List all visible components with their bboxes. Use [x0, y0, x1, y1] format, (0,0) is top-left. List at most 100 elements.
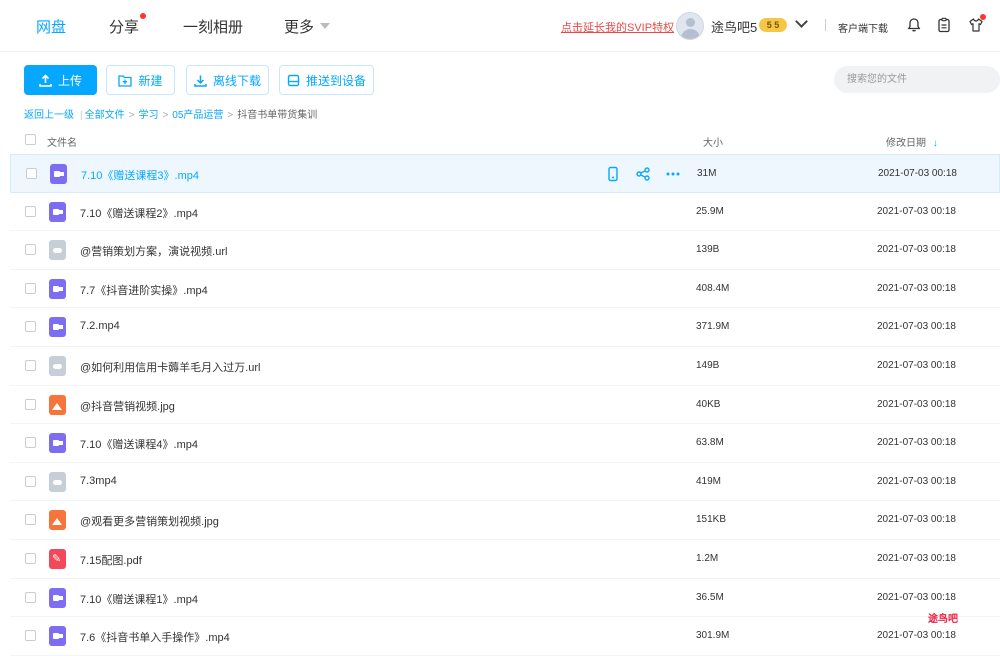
file-row[interactable]: 7.3mp4 419M 2021-07-03 00:18: [10, 463, 1000, 502]
column-size[interactable]: 大小: [703, 134, 723, 149]
file-name[interactable]: 7.15配图.pdf: [80, 552, 142, 568]
file-row[interactable]: 7.10《赠送课程1》.mp4 36.5M 2021-07-03 00:18: [10, 579, 1000, 618]
username[interactable]: 途鸟吧5: [711, 17, 757, 36]
file-date: 2021-07-03 00:18: [877, 437, 956, 449]
column-name[interactable]: 文件名: [47, 134, 77, 149]
row-checkbox[interactable]: [25, 514, 36, 526]
breadcrumb-all-files[interactable]: 全部文件: [85, 110, 125, 121]
pdf-file-icon: [49, 548, 66, 569]
file-date: 2021-07-03 00:18: [877, 244, 956, 256]
file-row[interactable]: @如何利用信用卡薅羊毛月入过万.url 149B 2021-07-03 00:18: [10, 347, 1000, 386]
nav-album[interactable]: 一刻相册: [183, 16, 243, 37]
nav-share[interactable]: 分享: [109, 13, 147, 37]
sort-arrow-down-icon: ↓: [932, 138, 938, 149]
file-row[interactable]: @观看更多营销策划视频.jpg 151KB 2021-07-03 00:18: [10, 501, 1000, 540]
breadcrumb-divider: |: [80, 110, 83, 121]
file-name[interactable]: 7.3mp4: [80, 475, 117, 487]
file-row[interactable]: 7.6《抖音书单入手操作》.mp4 301.9M 2021-07-03 00:18: [10, 617, 1000, 656]
file-date: 2021-07-03 00:18: [877, 398, 956, 410]
upload-button[interactable]: 上传: [24, 65, 97, 95]
vip-badge: 5 5: [759, 18, 787, 32]
file-date: 2021-07-03 00:18: [877, 591, 956, 603]
image-file-icon: [49, 394, 66, 415]
bell-icon[interactable]: [906, 17, 922, 33]
file-size: 371.9M: [696, 321, 730, 333]
file-name[interactable]: @抖音营销视频.jpg: [80, 398, 175, 414]
file-row[interactable]: 7.2.mp4 371.9M 2021-07-03 00:18: [10, 308, 1000, 347]
new-button[interactable]: 新建: [106, 65, 175, 95]
divider: [825, 19, 826, 31]
offline-download-button[interactable]: 离线下载: [186, 65, 269, 95]
file-name[interactable]: 7.2.mp4: [80, 320, 120, 332]
row-checkbox[interactable]: [26, 168, 37, 179]
row-checkbox[interactable]: [25, 437, 36, 449]
upload-label: 上传: [57, 73, 82, 88]
chevron-down-icon[interactable]: [795, 15, 808, 28]
file-row[interactable]: @抖音营销视频.jpg 40KB 2021-07-03 00:18: [10, 386, 1000, 425]
file-name[interactable]: @观看更多营销策划视频.jpg: [80, 513, 219, 529]
file-size: 139B: [696, 244, 720, 256]
search-input[interactable]: [834, 66, 1000, 93]
row-checkbox[interactable]: [25, 398, 36, 410]
row-checkbox[interactable]: [25, 359, 36, 371]
push-to-device-label: 推送到设备: [305, 73, 366, 88]
column-date[interactable]: 修改日期 ↓: [886, 134, 938, 149]
video-file-icon: [49, 433, 66, 454]
file-name[interactable]: 7.7《抖音进阶实操》.mp4: [80, 282, 208, 298]
file-name[interactable]: 7.10《赠送课程3》.mp4: [81, 167, 199, 183]
file-list: 7.10《赠送课程3》.mp4 31M 2021-07-03 00:18 7.10《赠…: [10, 154, 1000, 656]
phone-icon[interactable]: [605, 166, 621, 182]
svip-promo-link[interactable]: 点击延长我的SVIP特权: [561, 19, 674, 35]
file-row[interactable]: 7.10《赠送课程2》.mp4 25.9M 2021-07-03 00:18: [10, 193, 1000, 232]
file-name[interactable]: @营销策划方案，演说视频.url: [80, 243, 227, 259]
file-name[interactable]: @如何利用信用卡薅羊毛月入过万.url: [80, 359, 260, 375]
video-file-icon: [49, 201, 66, 222]
file-date: 2021-07-03 00:18: [877, 205, 956, 217]
file-name[interactable]: 7.6《抖音书单入手操作》.mp4: [80, 629, 230, 645]
file-row[interactable]: 7.10《赠送课程3》.mp4 31M 2021-07-03 00:18: [10, 154, 1000, 193]
device-icon: [287, 74, 300, 86]
nav-netdisk[interactable]: 网盘: [36, 16, 66, 37]
file-row[interactable]: 7.7《抖音进阶实操》.mp4 408.4M 2021-07-03 00:18: [10, 270, 1000, 309]
more-icon[interactable]: [665, 166, 681, 182]
file-size: 408.4M: [696, 282, 730, 294]
row-checkbox[interactable]: [25, 321, 36, 333]
file-date: 2021-07-03 00:18: [877, 475, 956, 487]
file-size: 301.9M: [696, 630, 730, 642]
file-size: 419M: [696, 475, 722, 487]
top-navigation-bar: 网盘 分享 一刻相册 更多 点击延长我的SVIP特权 途鸟吧5 5 5 客户端下…: [0, 0, 1000, 52]
row-checkbox[interactable]: [25, 475, 36, 487]
row-checkbox[interactable]: [25, 591, 36, 603]
file-size: 63.8M: [696, 437, 724, 449]
file-row[interactable]: 7.15配图.pdf 1.2M 2021-07-03 00:18: [10, 540, 1000, 579]
file-row[interactable]: 7.10《赠送课程4》.mp4 63.8M 2021-07-03 00:18: [10, 424, 1000, 463]
push-to-device-button[interactable]: 推送到设备: [279, 65, 374, 95]
new-folder-icon: [118, 74, 133, 87]
column-date-label: 修改日期: [886, 138, 926, 149]
breadcrumb: 返回上一级 | 全部文件 > 学习 >05产品运营 > 抖音书单带货集训: [24, 110, 318, 121]
clipboard-icon[interactable]: [936, 17, 952, 33]
file-size: 149B: [696, 359, 720, 371]
file-date: 2021-07-03 00:18: [877, 282, 956, 294]
row-checkbox[interactable]: [25, 282, 36, 294]
row-checkbox[interactable]: [25, 205, 36, 217]
file-name[interactable]: 7.10《赠送课程1》.mp4: [80, 591, 198, 607]
nav-more[interactable]: 更多: [284, 16, 331, 37]
row-checkbox[interactable]: [25, 552, 36, 564]
breadcrumb-current: 抖音书单带货集训: [237, 110, 318, 121]
breadcrumb-back[interactable]: 返回上一级: [24, 110, 74, 121]
row-checkbox[interactable]: [25, 630, 36, 642]
row-checkbox[interactable]: [25, 244, 36, 256]
file-date: 2021-07-03 00:18: [878, 168, 957, 179]
file-date: 2021-07-03 00:18: [877, 359, 956, 371]
file-row[interactable]: @营销策划方案，演说视频.url 139B 2021-07-03 00:18: [10, 231, 1000, 270]
share-icon[interactable]: [635, 166, 651, 182]
file-name[interactable]: 7.10《赠送课程4》.mp4: [80, 436, 198, 452]
file-name[interactable]: 7.10《赠送课程2》.mp4: [80, 205, 198, 221]
breadcrumb-study[interactable]: 学习: [138, 110, 158, 121]
breadcrumb-product-ops[interactable]: 05产品运营: [172, 110, 223, 121]
file-size: 151KB: [696, 514, 727, 526]
client-download-link[interactable]: 客户端下载: [838, 20, 888, 35]
select-all-checkbox[interactable]: [25, 134, 36, 145]
avatar[interactable]: [676, 12, 704, 40]
